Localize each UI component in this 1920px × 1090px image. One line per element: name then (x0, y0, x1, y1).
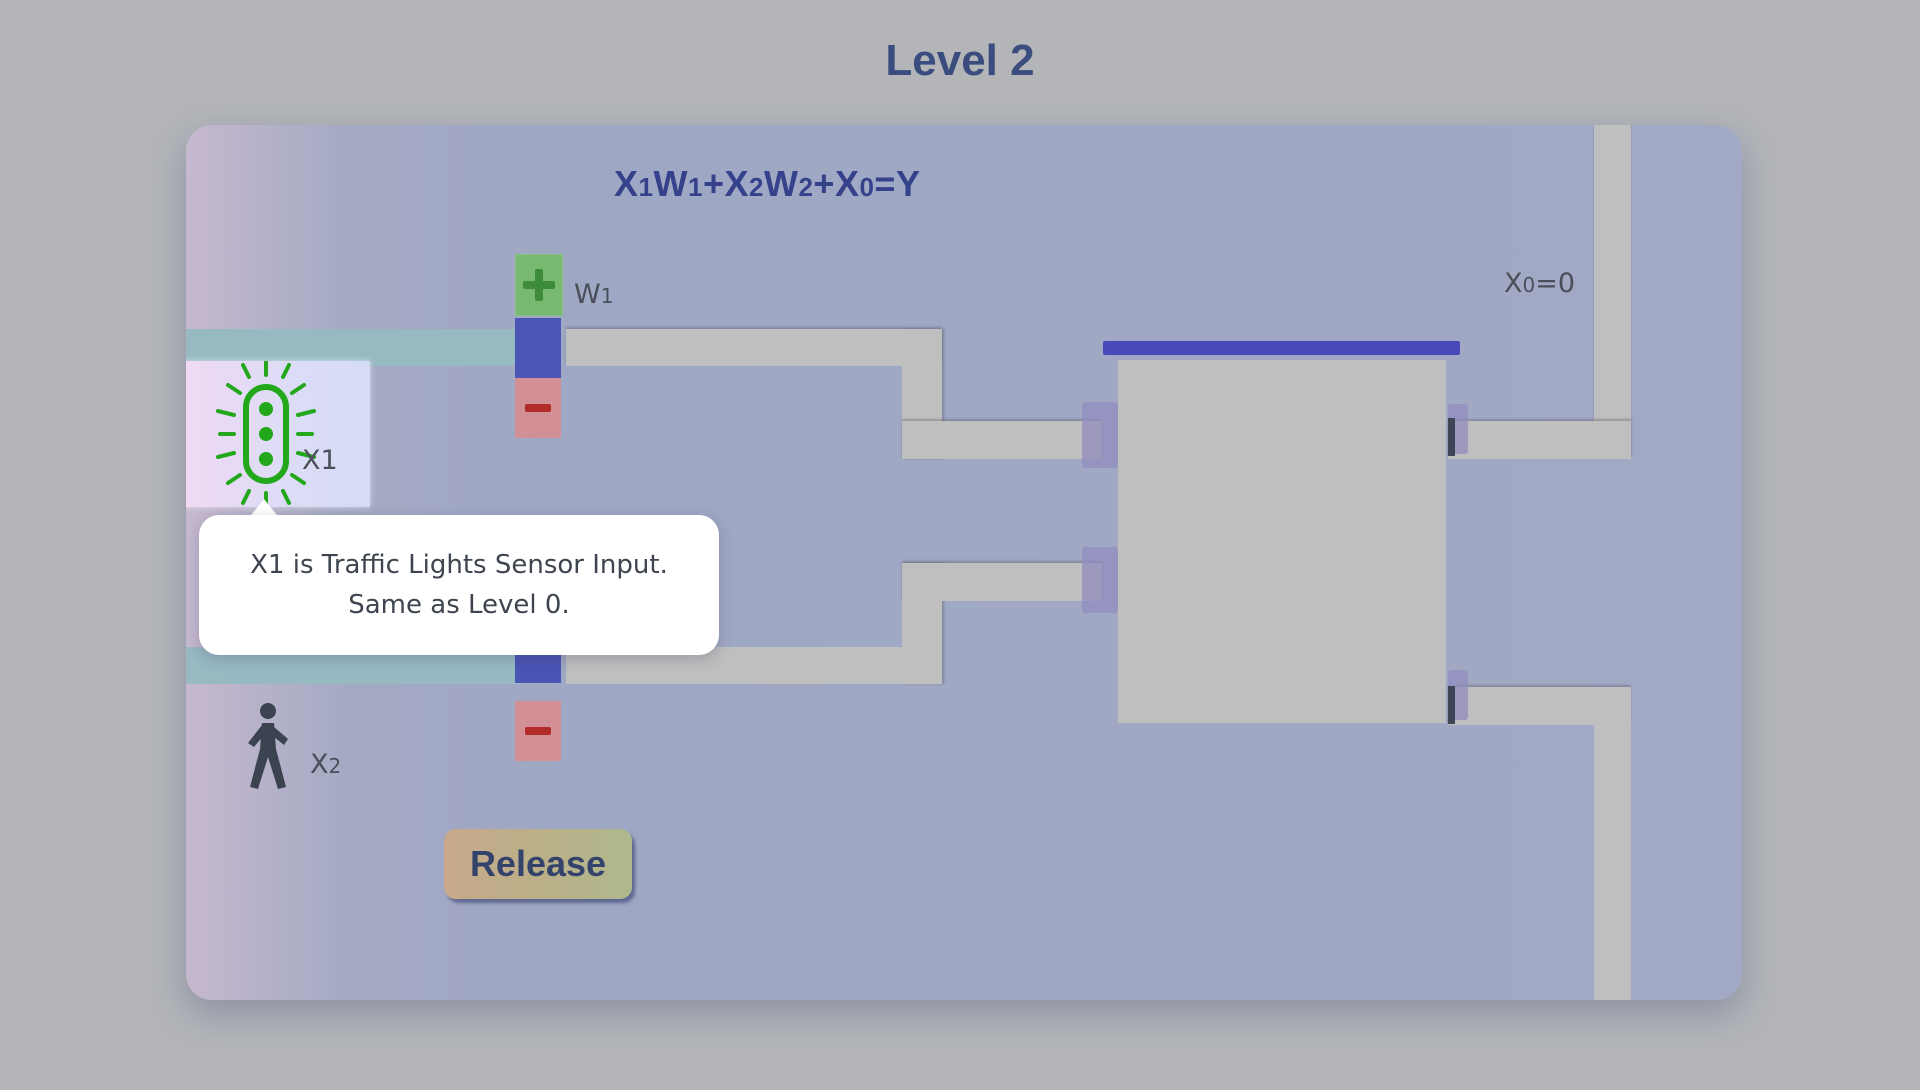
plus-icon (523, 269, 555, 301)
output-port-tab (1448, 686, 1455, 724)
w1-decrease-button[interactable] (515, 378, 561, 438)
output-wire-v (1594, 687, 1631, 1000)
neuron-input-port-2 (1082, 547, 1118, 613)
equation: X1W1+X2W2+X0=Y (614, 163, 921, 204)
traffic-light-icon (216, 361, 316, 507)
neuron-top-bar (1103, 341, 1460, 355)
minus-icon (525, 727, 551, 735)
x1-wire-h2 (902, 421, 1102, 459)
release-button[interactable]: Release (444, 829, 632, 899)
tooltip-line-1: X1 is Traffic Lights Sensor Input. (250, 550, 668, 580)
neuron-block (1118, 360, 1446, 723)
game-board: X1W1+X2W2+X0=Y W1 X0=0 X2 X1 X1 is Traff… (186, 125, 1742, 1000)
neuron-input-port-1 (1082, 402, 1118, 468)
tooltip-line-2: Same as Level 0. (348, 590, 570, 620)
w2-decrease-button[interactable] (515, 701, 561, 761)
pedestrian-icon[interactable] (240, 703, 292, 789)
level-title: Level 2 (885, 36, 1035, 85)
sensor-tooltip: X1 is Traffic Lights Sensor Input. Same … (199, 515, 719, 655)
x1-wire-h1 (566, 329, 942, 366)
x0-wire-v (1594, 125, 1631, 459)
x0-label: X0=0 (1504, 268, 1576, 299)
x2-label: X2 (310, 749, 342, 780)
w1-increase-button[interactable] (515, 254, 563, 316)
w1-label: W1 (574, 279, 614, 310)
x2-wire-h2 (902, 563, 1102, 601)
w1-weight-indicator (515, 318, 561, 378)
x1-label: X1 (302, 445, 338, 476)
x0-wire-h (1448, 421, 1631, 459)
bias-port-tab (1448, 418, 1455, 456)
minus-icon (525, 404, 551, 412)
